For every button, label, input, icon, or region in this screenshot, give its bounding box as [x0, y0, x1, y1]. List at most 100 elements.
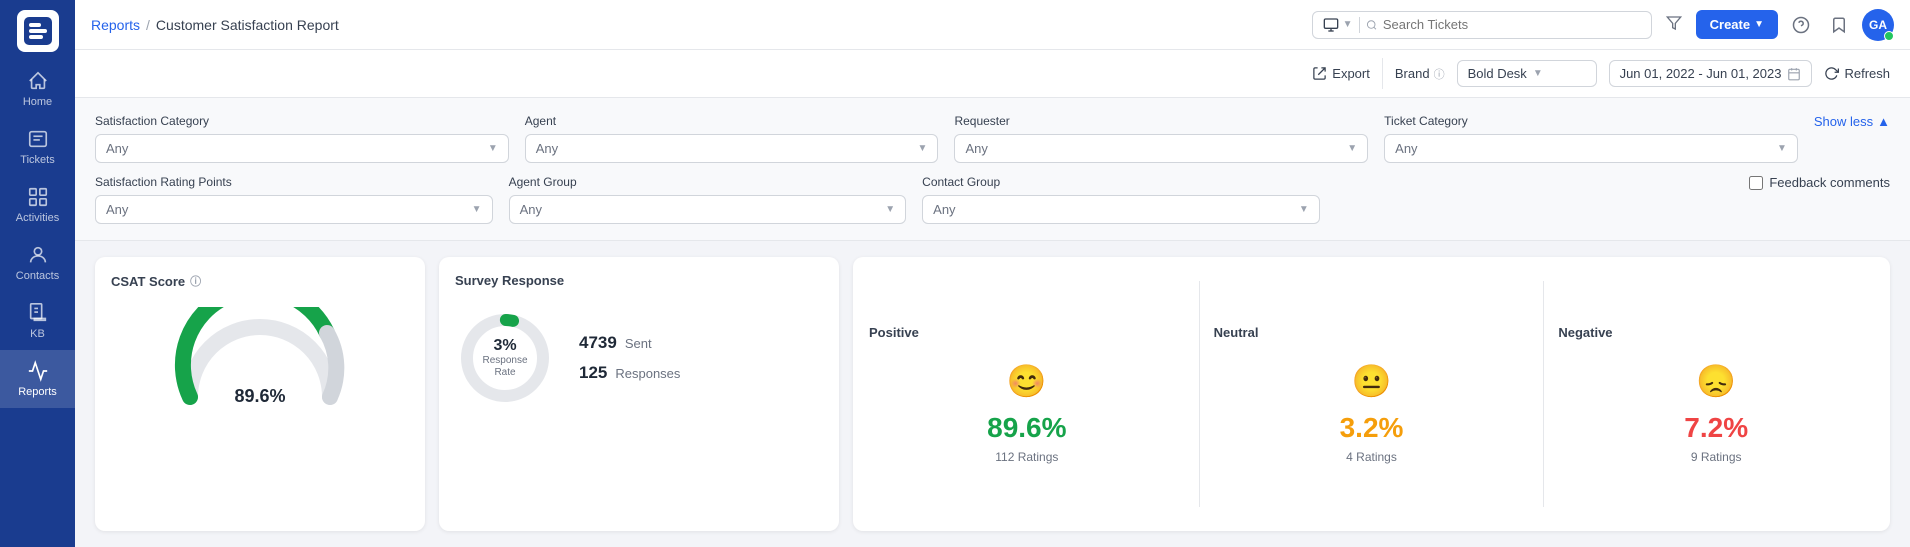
csat-info-icon: ⓘ — [190, 273, 201, 289]
sidebar-item-contacts[interactable]: Contacts — [0, 234, 75, 292]
csat-gauge-svg: 89.6% — [170, 307, 350, 407]
sidebar-item-label: Reports — [18, 386, 57, 398]
chevron-down-icon: ▼ — [1754, 19, 1764, 30]
breadcrumb-separator: / — [146, 17, 150, 33]
ticket-category-select[interactable]: Any ▼ — [1384, 134, 1798, 163]
negative-sentiment-card: Negative 😞 7.2% 9 Ratings — [1558, 273, 1874, 515]
topnav-right: ▼ Create ▼ — [1312, 9, 1894, 41]
sent-stat: 4739 Sent — [579, 333, 680, 353]
help-button[interactable] — [1786, 10, 1816, 40]
topnav: Reports / Customer Satisfaction Report ▼ — [75, 0, 1910, 50]
filter-satisfaction-category: Satisfaction Category Any ▼ — [95, 114, 509, 163]
neutral-ratings: 4 Ratings — [1346, 450, 1397, 464]
show-less-button[interactable]: Show less ▲ — [1814, 114, 1890, 129]
select-value: Any — [1395, 141, 1417, 156]
sidebar-item-label: Tickets — [20, 154, 54, 166]
feedback-comments-checkbox-label[interactable]: Feedback comments — [1749, 175, 1890, 190]
negative-pct: 7.2% — [1684, 412, 1748, 444]
search-bar: ▼ — [1312, 11, 1652, 39]
sidebar-item-reports[interactable]: Reports — [0, 350, 75, 408]
refresh-label: Refresh — [1844, 66, 1890, 81]
brand-select[interactable]: Bold Desk ▼ — [1457, 60, 1597, 87]
negative-title: Negative — [1558, 325, 1612, 340]
negative-ratings: 9 Ratings — [1691, 450, 1742, 464]
neutral-sentiment-card: Neutral 😐 3.2% 4 Ratings — [1214, 273, 1530, 515]
filter-contact-group: Contact Group Any ▼ — [922, 175, 1320, 224]
sidebar-item-tickets[interactable]: Tickets — [0, 118, 75, 176]
chevron-down-icon: ▼ — [1343, 19, 1353, 30]
toolbar: Export Brand ⓘ Bold Desk ▼ Jun 01, 2022 … — [75, 50, 1910, 98]
filter-label: Ticket Category — [1384, 114, 1798, 128]
neutral-smiley-icon: 😐 — [1352, 362, 1392, 400]
positive-title: Positive — [869, 325, 919, 340]
create-button[interactable]: Create ▼ — [1696, 10, 1778, 39]
breadcrumb-reports-link[interactable]: Reports — [91, 17, 140, 33]
chevron-down-icon: ▼ — [1777, 143, 1787, 154]
breadcrumb: Reports / Customer Satisfaction Report — [91, 17, 1304, 33]
sentiment-container: Positive 😊 89.6% 112 Ratings Neutral 😐 3… — [853, 257, 1890, 531]
brand-info-icon: ⓘ — [1434, 66, 1445, 82]
chevron-up-icon: ▲ — [1877, 114, 1890, 129]
date-range-picker[interactable]: Jun 01, 2022 - Jun 01, 2023 — [1609, 60, 1813, 87]
filter-row-2: Satisfaction Rating Points Any ▼ Agent G… — [95, 175, 1890, 224]
select-value: Any — [106, 202, 128, 217]
export-label: Export — [1332, 66, 1370, 81]
filter-agent-group: Agent Group Any ▼ — [509, 175, 907, 224]
sidebar-item-label: Home — [23, 96, 52, 108]
filter-actions-row2: Feedback comments — [1749, 175, 1890, 192]
filter-requester: Requester Any ▼ — [954, 114, 1368, 163]
filter-label: Agent Group — [509, 175, 907, 189]
sidebar: Home Tickets Activities Contacts — [0, 0, 75, 547]
select-value: Any — [536, 141, 558, 156]
feedback-label: Feedback comments — [1769, 175, 1890, 190]
chevron-down-icon: ▼ — [1347, 143, 1357, 154]
select-value: Any — [933, 202, 955, 217]
sidebar-item-label: Activities — [16, 212, 59, 224]
date-range-value: Jun 01, 2022 - Jun 01, 2023 — [1620, 66, 1782, 81]
contact-group-select[interactable]: Any ▼ — [922, 195, 1320, 224]
bookmark-button[interactable] — [1824, 10, 1854, 40]
dashboard: CSAT Score ⓘ 89.6% Survey Response — [75, 241, 1910, 547]
filter-label: Requester — [954, 114, 1368, 128]
responses-value: 125 — [579, 363, 607, 383]
brand-value: Bold Desk — [1468, 66, 1527, 81]
requester-select[interactable]: Any ▼ — [954, 134, 1368, 163]
select-value: Any — [520, 202, 542, 217]
refresh-button[interactable]: Refresh — [1824, 66, 1890, 81]
survey-stats: 4739 Sent 125 Responses — [579, 333, 680, 383]
positive-smiley-icon: 😊 — [1007, 362, 1047, 400]
filter-button[interactable] — [1660, 9, 1688, 40]
csat-score-card: CSAT Score ⓘ 89.6% — [95, 257, 425, 531]
agent-group-select[interactable]: Any ▼ — [509, 195, 907, 224]
filter-label: Agent — [525, 114, 939, 128]
csat-gauge: 89.6% — [111, 299, 409, 415]
agent-select[interactable]: Any ▼ — [525, 134, 939, 163]
sent-value: 4739 — [579, 333, 617, 353]
sentiment-separator-1 — [1199, 281, 1200, 507]
chevron-down-icon: ▼ — [885, 204, 895, 215]
sent-label: Sent — [625, 336, 652, 351]
chevron-down-icon: ▼ — [472, 204, 482, 215]
satisfaction-rating-select[interactable]: Any ▼ — [95, 195, 493, 224]
export-button[interactable]: Export — [1312, 66, 1370, 81]
filter-label: Satisfaction Category — [95, 114, 509, 128]
sidebar-item-activities[interactable]: Activities — [0, 176, 75, 234]
sentiment-separator-2 — [1543, 281, 1544, 507]
search-input[interactable] — [1383, 17, 1641, 32]
sidebar-item-label: Contacts — [16, 270, 59, 282]
neutral-pct: 3.2% — [1340, 412, 1404, 444]
sidebar-item-kb[interactable]: KB — [0, 292, 75, 350]
neutral-title: Neutral — [1214, 325, 1259, 340]
avatar-online-badge — [1884, 31, 1894, 41]
satisfaction-category-select[interactable]: Any ▼ — [95, 134, 509, 163]
sidebar-item-home[interactable]: Home — [0, 60, 75, 118]
search-type-btn[interactable]: ▼ — [1323, 17, 1360, 33]
filter-row-1: Satisfaction Category Any ▼ Agent Any ▼ … — [95, 114, 1890, 163]
positive-ratings: 112 Ratings — [995, 450, 1058, 464]
feedback-comments-checkbox[interactable] — [1749, 176, 1763, 190]
brand-chevron-icon: ▼ — [1533, 68, 1543, 79]
csat-card-title: CSAT Score ⓘ — [111, 273, 409, 289]
toolbar-separator — [1382, 58, 1383, 89]
avatar[interactable]: GA — [1862, 9, 1894, 41]
positive-pct: 89.6% — [987, 412, 1066, 444]
